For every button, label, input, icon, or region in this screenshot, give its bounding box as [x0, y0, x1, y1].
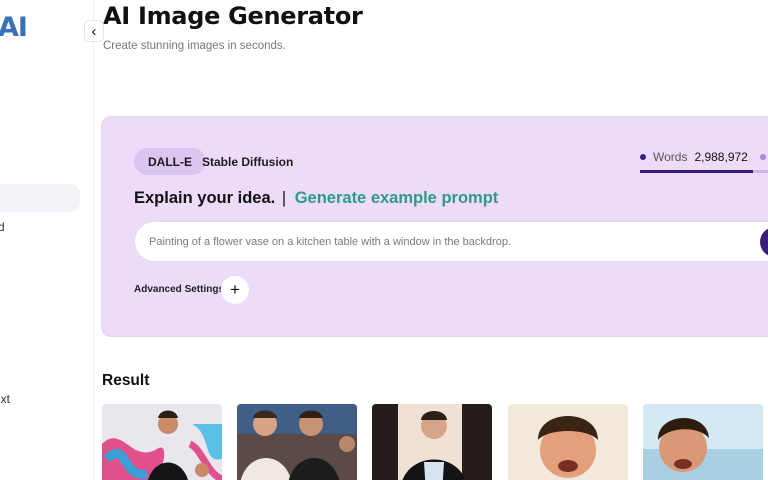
- prompt-heading-text: Explain your idea.: [134, 189, 276, 207]
- advanced-settings-toggle[interactable]: +: [221, 276, 249, 304]
- word-usage-progress-fill: [640, 170, 753, 173]
- page-subtitle: Create stunning images in seconds.: [103, 40, 286, 52]
- result-image-2[interactable]: [237, 404, 357, 480]
- collapse-sidebar-button[interactable]: ‹: [84, 20, 104, 42]
- word-usage-value: 2,988,972: [694, 150, 748, 164]
- generate-example-prompt-link[interactable]: Generate example prompt: [295, 189, 499, 207]
- result-image-1[interactable]: [102, 404, 222, 480]
- heading-separator: |: [281, 189, 287, 207]
- result-image-3[interactable]: [372, 404, 492, 480]
- app-logo[interactable]: AI: [0, 12, 28, 43]
- result-image-4[interactable]: [508, 404, 628, 480]
- model-tab-dalle[interactable]: DALL-E: [134, 148, 206, 175]
- bullet-icon: [640, 154, 646, 160]
- plus-icon: +: [230, 280, 240, 299]
- sidebar-item-label[interactable]: ext: [0, 392, 10, 406]
- result-heading: Result: [102, 372, 150, 389]
- page-title: AI Image Generator: [103, 2, 363, 30]
- word-usage-label: Words: [653, 150, 688, 164]
- sidebar-item-label[interactable]: rd: [0, 220, 5, 234]
- bullet-icon: [759, 154, 766, 160]
- word-usage-progress: [640, 170, 768, 173]
- word-usage: Words 2,988,972: [640, 150, 766, 164]
- sidebar-item-active[interactable]: [0, 184, 80, 212]
- model-tab-stable-diffusion[interactable]: Stable Diffusion: [202, 148, 293, 175]
- chevron-left-icon: ‹: [91, 22, 97, 40]
- advanced-settings-label: Advanced Settings: [134, 284, 225, 295]
- result-image-5[interactable]: [643, 404, 763, 480]
- prompt-heading: Explain your idea. | Generate example pr…: [134, 189, 498, 208]
- sidebar: AI rd ext: [0, 0, 94, 480]
- prompt-input[interactable]: [134, 221, 768, 262]
